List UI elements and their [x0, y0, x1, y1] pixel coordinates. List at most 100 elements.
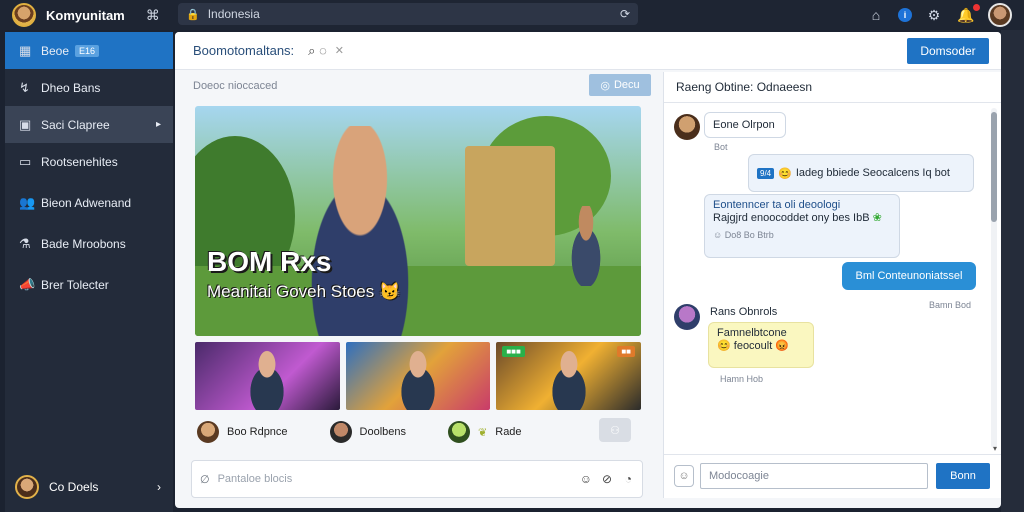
- chat-icon: ▭: [19, 153, 32, 169]
- emoji-icon: 😡: [772, 340, 790, 352]
- more-button[interactable]: ⚇: [599, 418, 631, 442]
- sidebar-item-label: Brer Tolecter: [41, 277, 109, 292]
- message-bubble: 9/4 😊 Iadeg bbiede Seocalcens Iq bot: [748, 154, 974, 192]
- sidebar-footer-profile[interactable]: Co Doels ›: [5, 472, 173, 502]
- notification-badge: [973, 3, 980, 11]
- message-author: Rans Obnrols: [710, 306, 778, 318]
- message-text: Rajgjrd enoocoddet ony bes IbB ❀: [713, 211, 891, 224]
- message-bubble: Eone Olrpon: [704, 112, 786, 138]
- feed-section: Doeoc nioccaced ◎ Decu BOM Rxs Meanitai …: [183, 72, 663, 454]
- sidebar-item-saci-clapree[interactable]: ▣ Saci Clapree ▸: [5, 106, 173, 143]
- sidebar-item-label: Dheo Bans: [41, 80, 101, 95]
- user-chip[interactable]: Doolbens: [328, 421, 406, 443]
- link-icon[interactable]: ⊘: [602, 472, 612, 486]
- chat-scrollbar[interactable]: [991, 108, 997, 448]
- emoji-icon: 😊: [778, 167, 792, 180]
- send-button[interactable]: Bonn: [936, 463, 990, 489]
- sidebar-item-dheo-bans[interactable]: ↯ Dheo Bans: [5, 69, 173, 106]
- search-icon[interactable]: ⌕ ◌: [308, 43, 327, 59]
- avatar: [448, 421, 471, 443]
- message-bubble: Famnelbtcone 😊 feocoult 😡: [708, 322, 814, 368]
- chat-input[interactable]: Modocoagie: [700, 463, 928, 489]
- scroll-down-icon[interactable]: ▾: [993, 444, 997, 453]
- sidebar-item-beoe[interactable]: ▦ Beoe E16: [5, 32, 173, 69]
- image-icon: ▣: [19, 116, 32, 132]
- sidebar-item-label: Bade Mroobons: [41, 236, 126, 251]
- main-panel: Boomotomaltans: ⌕ ◌ ✕ Domsoder Doeoc nio…: [175, 32, 1002, 508]
- user-avatar[interactable]: [988, 3, 1012, 27]
- chat-title: Raeng Obtine: Odnaeesn: [676, 80, 813, 94]
- hero-subtitle: Meanitai Goveh Stoes 😼: [207, 282, 400, 302]
- app-logo-avatar[interactable]: [12, 3, 36, 27]
- emoji-icon: 😊: [717, 340, 734, 352]
- message-time: Bamn Bod: [928, 300, 971, 310]
- avatar: [329, 421, 352, 443]
- header-action-button[interactable]: Domsoder: [907, 38, 989, 64]
- message-text: Iadeg bbiede Seocalcens Iq bot: [795, 167, 950, 179]
- hero-banner[interactable]: BOM Rxs Meanitai Goveh Stoes 😼: [195, 106, 641, 336]
- sidebar: ▦ Beoe E16 ↯ Dheo Bans ▣ Saci Clapree ▸ …: [5, 32, 173, 512]
- divider: [664, 102, 1002, 103]
- badge: ■■: [617, 346, 636, 357]
- info-icon[interactable]: i: [898, 8, 912, 22]
- feed-tag-button[interactable]: ◎ Decu: [589, 74, 651, 96]
- message-bubble: Eontenncer ta oli deoologi Rajgjrd enooc…: [704, 194, 900, 258]
- user-chip[interactable]: Boo Rdpnce: [195, 421, 288, 443]
- thumbnail[interactable]: [345, 342, 491, 410]
- avatar: [674, 114, 700, 140]
- avatar: [15, 475, 39, 499]
- search-text: Indonesia: [207, 7, 260, 21]
- user-name: Doolbens: [359, 426, 407, 438]
- chevron-right-icon: ›: [157, 480, 161, 494]
- top-right-icons: ⌂ i ⚙ 🔔: [866, 3, 1012, 27]
- user-chip[interactable]: ❦ Rade: [446, 421, 522, 443]
- hero-title: BOM Rxs: [207, 246, 332, 277]
- emoji-icon: ❀: [872, 212, 882, 224]
- search-bar[interactable]: 🔒 Indonesia ⟳: [178, 3, 638, 25]
- character-image: [539, 348, 598, 410]
- message-meta: ☺ Do8 Bo Btrb: [713, 230, 891, 240]
- thumbnail[interactable]: ■■■ ■■: [496, 342, 642, 410]
- emoji-picker-icon[interactable]: ☺: [674, 465, 694, 487]
- user-name: Boo Rdpnce: [227, 426, 288, 438]
- sidebar-item-label: Saci Clapree: [41, 117, 110, 132]
- character-image: [238, 348, 297, 410]
- post-composer[interactable]: ∅ Pantaloe blocis ☺ ⊘ ◔: [191, 460, 643, 498]
- close-icon[interactable]: ✕: [335, 44, 344, 57]
- message-text-2: Rajgjrd enoocoddet ony bes IbB: [713, 212, 870, 224]
- sidebar-item-brer-tolecter[interactable]: 📣 Brer Tolecter: [5, 266, 173, 303]
- notifications-icon[interactable]: 🔔: [956, 3, 980, 24]
- sidebar-item-rootsenehites[interactable]: ▭ Rootsenehites: [5, 143, 173, 180]
- bookmark-icon[interactable]: ⌘: [143, 7, 163, 24]
- lock-icon: 🔒: [186, 8, 200, 21]
- sidebar-item-bieon-adwenand[interactable]: 👥 Bieon Adwenand: [5, 184, 173, 221]
- settings-icon[interactable]: ⚙: [924, 7, 944, 24]
- sidebar-item-label: Bieon Adwenand: [41, 195, 132, 210]
- flask-icon: ⚗: [19, 235, 31, 251]
- sidebar-item-bade-mroobons[interactable]: ⚗ Bade Mroobons: [5, 225, 173, 262]
- reaction-icon: ☺: [713, 230, 725, 240]
- sidebar-footer-label: Co Doels: [49, 480, 99, 494]
- home-icon[interactable]: ⌂: [866, 7, 886, 23]
- emoji-icon[interactable]: ☺: [580, 472, 592, 486]
- message-meta-text: Do8 Bo Btrb: [724, 230, 774, 240]
- message-bubble-outgoing: Bml Conteunoniatssel: [842, 262, 976, 290]
- message-chip: 9/4: [757, 167, 775, 179]
- chat-composer: ☺ Modocoagie Bonn: [664, 454, 1002, 498]
- refresh-icon[interactable]: ⟳: [620, 7, 630, 21]
- castle-graphic: [465, 146, 555, 266]
- sidebar-item-label: Rootsenehites: [41, 154, 118, 169]
- hero-character-image: [285, 126, 435, 336]
- background-strip: [1001, 30, 1024, 512]
- message-text: Eone Olrpon: [713, 119, 775, 131]
- users-row: Boo Rdpnce Doolbens ❦ Rade ⚇: [195, 418, 641, 446]
- attach-icon[interactable]: ∅: [200, 473, 210, 486]
- scrollbar-thumb[interactable]: [991, 112, 997, 222]
- hero-subtitle-text: Meanitai Goveh Stoes: [207, 282, 375, 301]
- sticker-icon[interactable]: ◔: [625, 472, 632, 486]
- sidebar-item-tag: E16: [75, 44, 100, 57]
- feed-tag-label: Decu: [613, 79, 640, 91]
- sidebar-item-label: Beoe: [41, 43, 70, 58]
- main-header: Boomotomaltans: ⌕ ◌ ✕ Domsoder: [175, 32, 1001, 70]
- thumbnail[interactable]: [195, 342, 340, 410]
